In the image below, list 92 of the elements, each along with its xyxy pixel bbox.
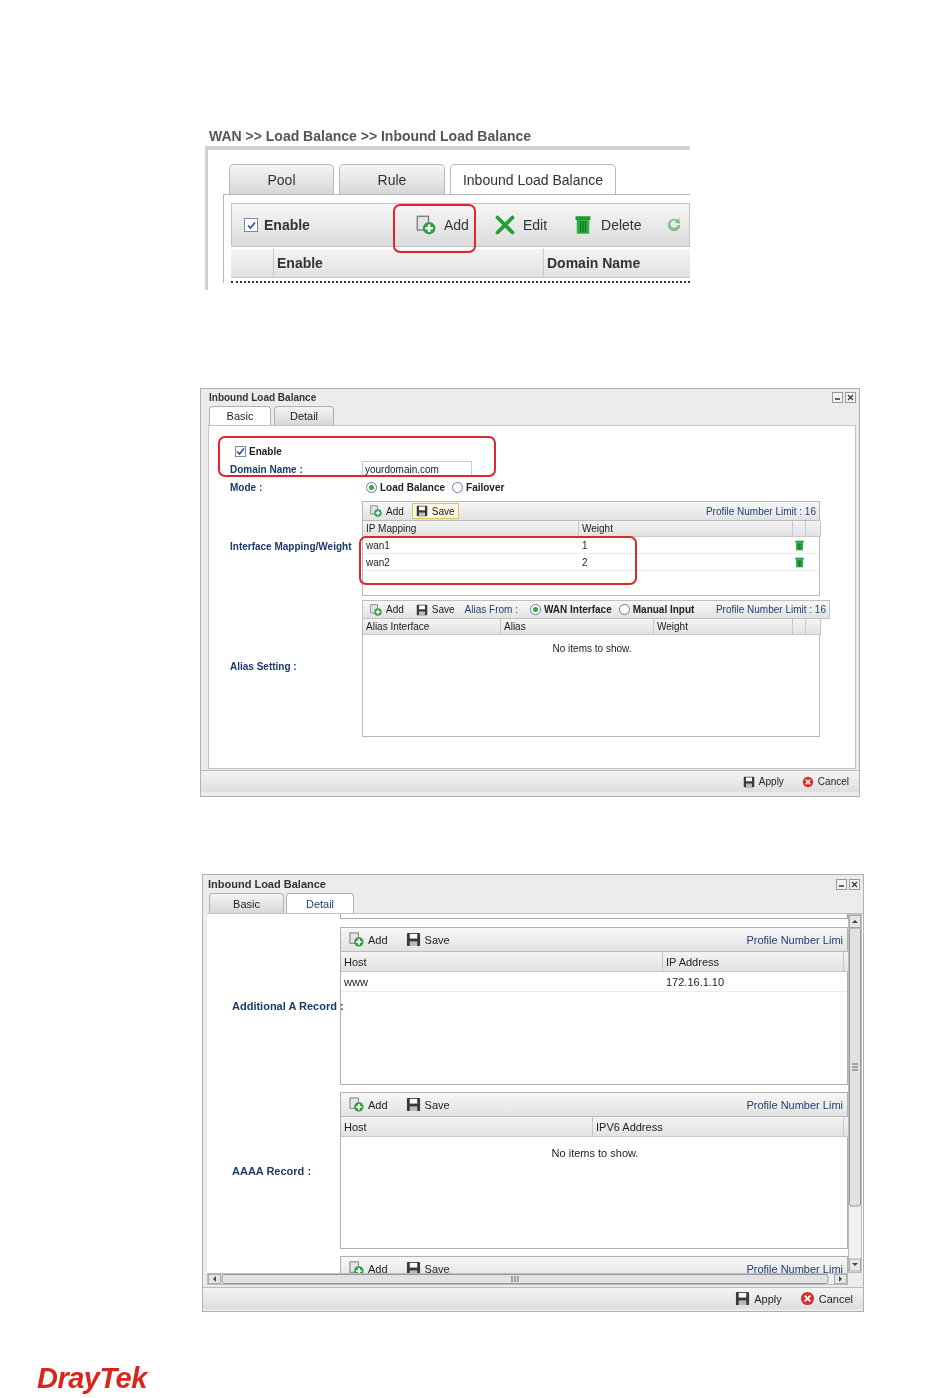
add-button[interactable]: Add bbox=[345, 930, 392, 949]
field-label: Interface Mapping/Weight bbox=[230, 540, 352, 552]
add-button[interactable]: Add bbox=[366, 503, 408, 519]
add-icon bbox=[416, 215, 436, 235]
checkbox-label: Enable bbox=[264, 217, 310, 233]
empty-message: No items to show. bbox=[551, 1147, 639, 1159]
save-button[interactable]: Save bbox=[401, 1095, 454, 1114]
column-header[interactable]: Host bbox=[341, 952, 663, 972]
table-cell-text: www bbox=[343, 975, 369, 988]
field-label: Domain Name : bbox=[230, 463, 303, 475]
edit-button[interactable]: Edit bbox=[490, 213, 552, 237]
close-button[interactable] bbox=[849, 878, 860, 890]
domain-name-field[interactable]: yourdomain.com bbox=[362, 461, 472, 477]
tab[interactable]: Rule bbox=[339, 164, 445, 194]
limit-text: Profile Number Limi bbox=[746, 1262, 843, 1273]
limit-text: Profile Number Limi bbox=[746, 1098, 843, 1111]
column-header bbox=[844, 952, 848, 972]
checkbox-label: Enable bbox=[249, 446, 282, 457]
column-header[interactable]: Weight bbox=[654, 619, 793, 635]
save-button[interactable]: Save bbox=[411, 601, 459, 618]
add-button[interactable]: Add bbox=[366, 601, 408, 618]
table-cell-text: 172.16.1.10 bbox=[665, 975, 726, 988]
empty-message: No items to show. bbox=[552, 643, 632, 654]
field-label: Additional A Record : bbox=[232, 1000, 344, 1012]
column-header bbox=[231, 249, 274, 278]
radio-label: Load Balance bbox=[380, 481, 446, 493]
column-header bbox=[806, 521, 821, 537]
tab[interactable]: Basic bbox=[209, 893, 284, 913]
limit-text: Profile Number Limit : 16 bbox=[715, 604, 826, 615]
horizontal-scrollbar[interactable] bbox=[207, 1273, 848, 1285]
radio-button[interactable] bbox=[529, 604, 541, 615]
field-label: Alias From : bbox=[464, 604, 518, 615]
table-cell-text: 2 bbox=[581, 556, 589, 568]
radio-label: WAN Interface bbox=[543, 604, 612, 615]
column-header[interactable]: Host bbox=[341, 1117, 593, 1137]
cancel-button[interactable]: Cancel bbox=[797, 773, 853, 790]
column-header[interactable]: Alias bbox=[501, 619, 654, 635]
minimize-button[interactable] bbox=[832, 392, 843, 403]
limit-text: Profile Number Limi bbox=[746, 933, 843, 946]
tab[interactable]: Pool bbox=[229, 164, 334, 194]
radio-label: Failover bbox=[466, 481, 505, 493]
add-icon bbox=[349, 1097, 364, 1112]
apply-button[interactable]: Apply bbox=[738, 773, 788, 790]
checkbox[interactable] bbox=[235, 446, 246, 457]
brand-logo: DrayTek bbox=[37, 1362, 147, 1394]
tools-icon bbox=[494, 215, 515, 235]
save-button[interactable]: Save bbox=[411, 503, 459, 519]
breadcrumb: WAN >> Load Balance >> Inbound Load Balance bbox=[208, 127, 533, 146]
column-header bbox=[793, 521, 806, 537]
apply-button[interactable]: Apply bbox=[731, 1289, 786, 1308]
column-header[interactable]: IPV6 Address bbox=[593, 1117, 844, 1137]
trash-icon[interactable] bbox=[794, 539, 805, 551]
add-icon bbox=[370, 603, 382, 616]
table-cell-text: wan2 bbox=[365, 556, 391, 568]
limit-text: Profile Number Limit : 16 bbox=[705, 505, 816, 517]
dialog-title: Inbound Load Balance bbox=[208, 878, 326, 890]
cancel-button[interactable]: Cancel bbox=[795, 1289, 857, 1308]
checkbox[interactable] bbox=[244, 218, 258, 232]
save-button[interactable]: Save bbox=[401, 930, 454, 949]
field-label: Mode : bbox=[230, 481, 263, 493]
add-button[interactable]: Add bbox=[412, 213, 473, 237]
column-header[interactable]: IP Address bbox=[663, 952, 844, 972]
tab[interactable]: Detail bbox=[286, 893, 354, 913]
tab[interactable]: Detail bbox=[274, 406, 334, 425]
trash-icon bbox=[573, 215, 594, 235]
add-button[interactable]: Add bbox=[345, 1095, 392, 1114]
tab[interactable]: Inbound Load Balance bbox=[450, 164, 616, 194]
vertical-scrollbar[interactable] bbox=[848, 914, 862, 1273]
radio-button[interactable] bbox=[452, 481, 464, 493]
column-header[interactable]: Weight bbox=[579, 521, 793, 537]
table-cell-text: 1 bbox=[581, 539, 589, 551]
column-header[interactable]: Enable bbox=[274, 249, 544, 278]
cancel-icon bbox=[799, 1291, 815, 1306]
field-label: Alias Setting : bbox=[230, 661, 297, 672]
radio-button[interactable] bbox=[366, 481, 377, 493]
tab[interactable]: Basic bbox=[209, 406, 271, 425]
field-label: AAAA Record : bbox=[232, 1164, 312, 1177]
minimize-button[interactable] bbox=[836, 878, 847, 890]
close-button[interactable] bbox=[845, 392, 856, 403]
radio-label: Manual Input bbox=[632, 604, 695, 615]
cancel-icon bbox=[801, 775, 814, 788]
column-header[interactable]: Alias Interface bbox=[363, 619, 501, 635]
delete-button[interactable]: Delete bbox=[569, 213, 646, 237]
column-header bbox=[844, 1117, 848, 1137]
add-icon bbox=[349, 932, 364, 947]
trash-icon[interactable] bbox=[794, 556, 805, 568]
add-icon bbox=[370, 505, 382, 517]
dialog-title: Inbound Load Balance bbox=[209, 392, 317, 403]
column-header[interactable]: Domain Name bbox=[544, 249, 690, 278]
radio-button[interactable] bbox=[618, 604, 630, 615]
table-cell-text: wan1 bbox=[365, 539, 391, 551]
column-header[interactable]: IP Mapping bbox=[363, 521, 579, 537]
